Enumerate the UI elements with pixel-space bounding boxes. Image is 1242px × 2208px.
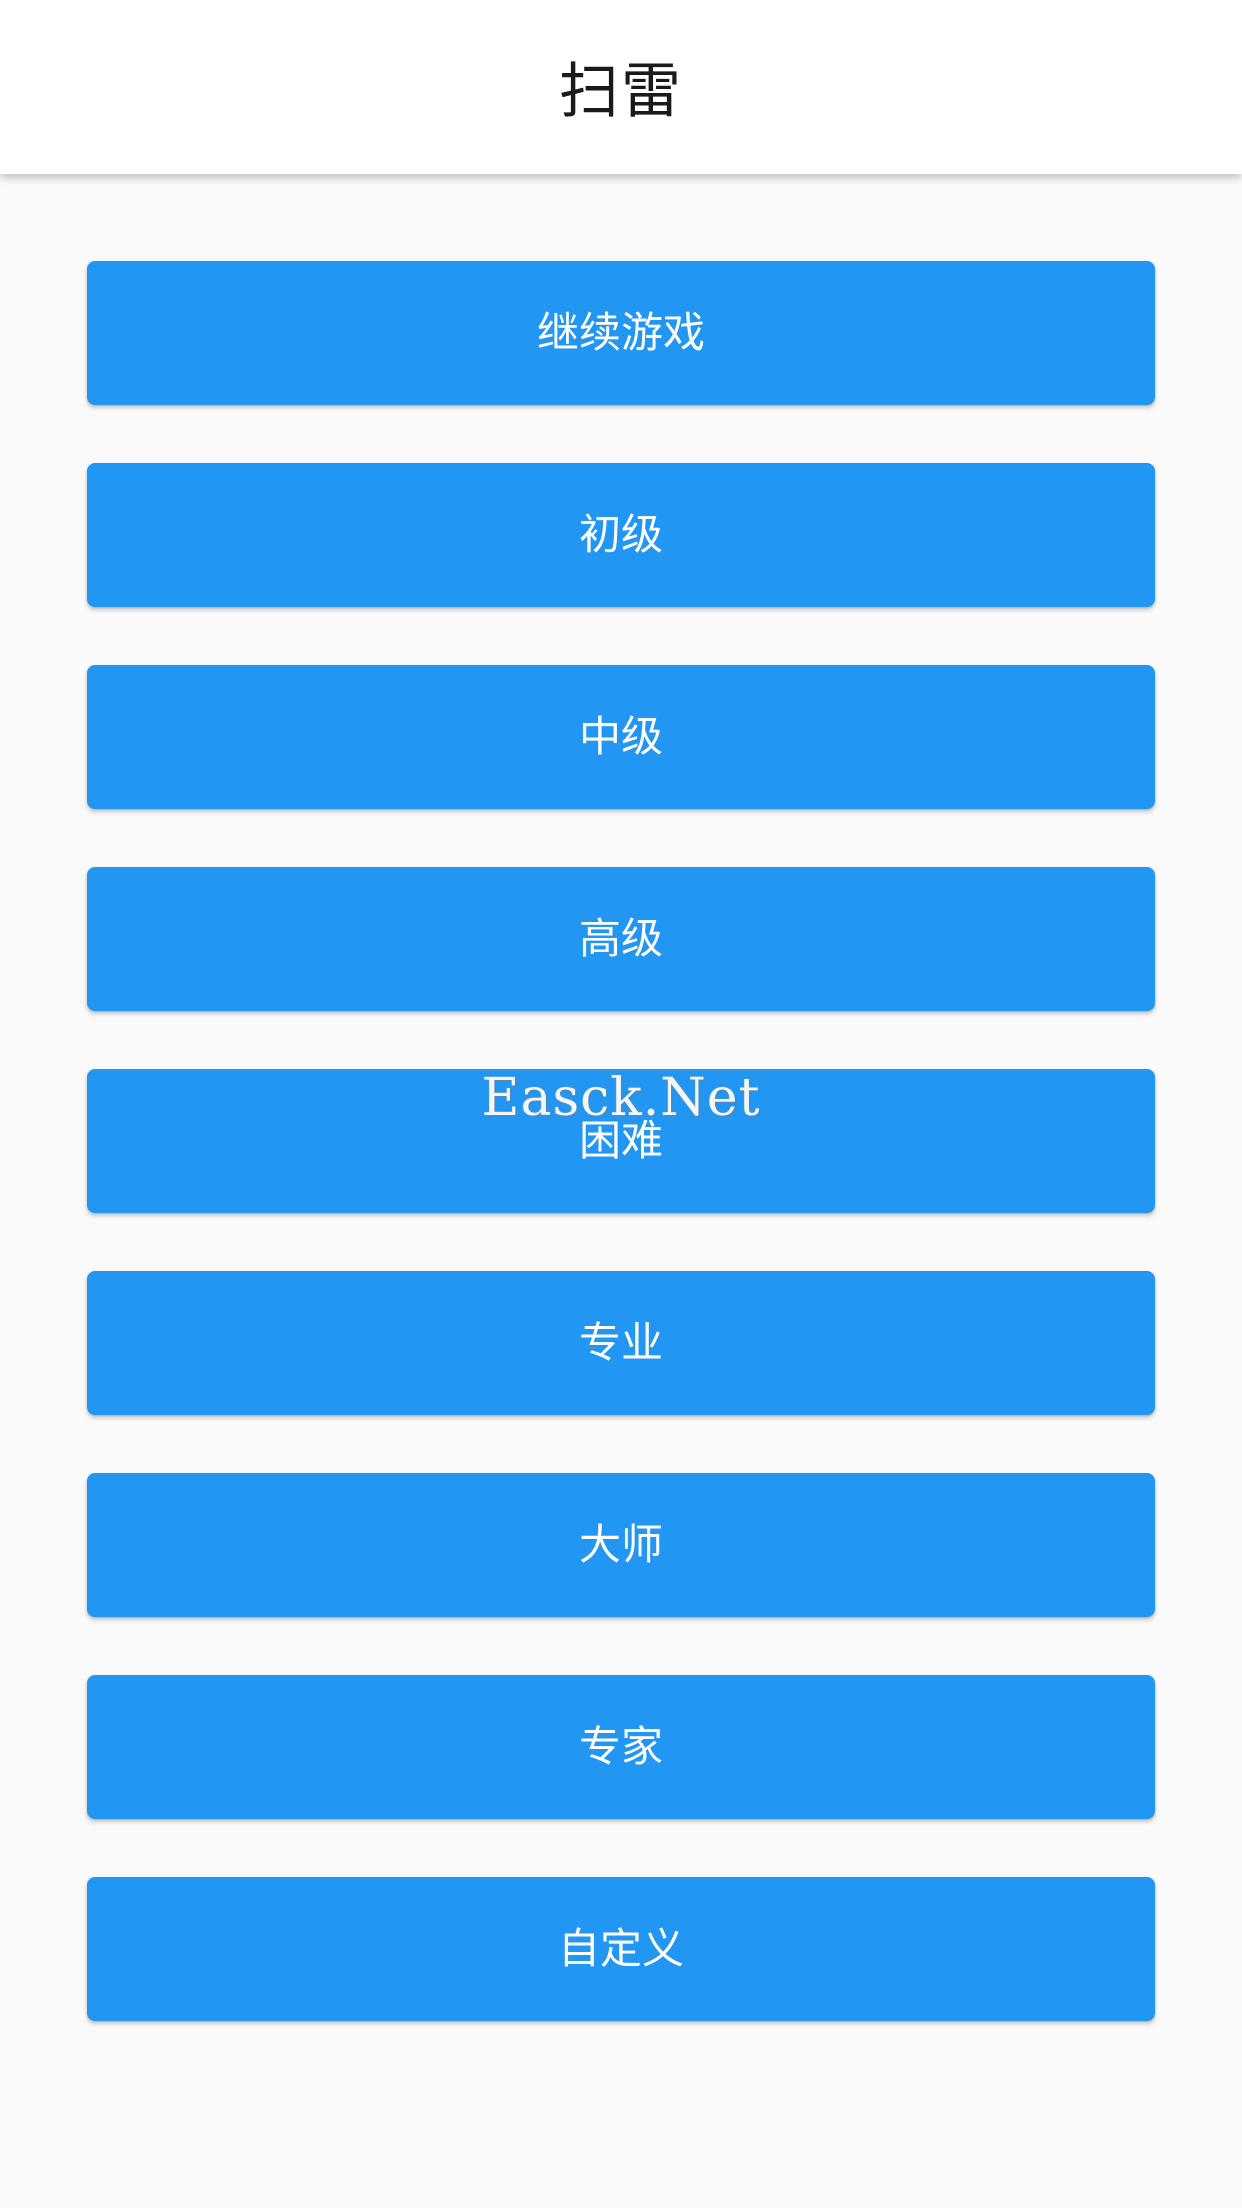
advanced-button[interactable]: 高级	[87, 867, 1155, 1011]
continue-game-button[interactable]: 继续游戏	[87, 261, 1155, 405]
hard-button[interactable]: 困难	[87, 1069, 1155, 1213]
expert-button[interactable]: 专家	[87, 1675, 1155, 1819]
intermediate-button[interactable]: 中级	[87, 665, 1155, 809]
page-title: 扫雷	[559, 57, 683, 127]
difficulty-menu: 继续游戏 初级 中级 高级 困难 专业 大师 专家 自定义	[87, 261, 1155, 2079]
custom-button[interactable]: 自定义	[87, 1877, 1155, 2021]
beginner-button[interactable]: 初级	[87, 463, 1155, 607]
app-bar: 扫雷	[0, 0, 1242, 174]
professional-button[interactable]: 专业	[87, 1271, 1155, 1415]
master-button[interactable]: 大师	[87, 1473, 1155, 1617]
